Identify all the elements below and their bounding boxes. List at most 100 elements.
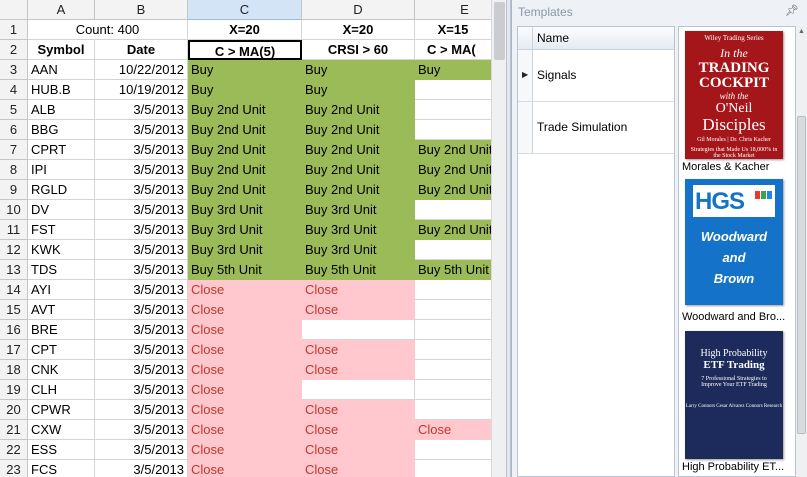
cell-signal-c[interactable]: Buy 2nd Unit xyxy=(188,120,302,140)
cell-signal-d[interactable]: Buy xyxy=(302,80,415,100)
cell-signal-c[interactable]: Close xyxy=(188,340,302,360)
cell-date[interactable]: 3/5/2013 xyxy=(95,340,188,360)
cell-symbol[interactable]: AAN xyxy=(28,60,95,80)
cell-signal-c[interactable]: Close xyxy=(188,440,302,460)
cell-signal-c[interactable]: Buy xyxy=(188,80,302,100)
cell-signal-c[interactable]: Close xyxy=(188,460,302,477)
cell-symbol[interactable]: KWK xyxy=(28,240,95,260)
cell-signal-d[interactable]: Close xyxy=(302,340,415,360)
column-header-d[interactable]: D xyxy=(302,0,415,20)
cell-b2[interactable]: Date xyxy=(95,40,188,60)
cell-d1[interactable]: X=20 xyxy=(302,20,415,40)
cell-signal-c[interactable]: Buy 3rd Unit xyxy=(188,240,302,260)
cell-d2[interactable]: CRSI > 60 xyxy=(302,40,415,60)
cell-symbol[interactable]: HUB.B xyxy=(28,80,95,100)
cell-signal-d[interactable]: Buy xyxy=(302,60,415,80)
column-header-a[interactable]: A xyxy=(28,0,95,20)
cell-signal-c[interactable]: Buy 5th Unit xyxy=(188,260,302,280)
cell-symbol[interactable]: CNK xyxy=(28,360,95,380)
cell-signal-d[interactable]: Buy 5th Unit xyxy=(302,260,415,280)
cell-signal-d[interactable]: Close xyxy=(302,460,415,477)
cell-date[interactable]: 10/22/2012 xyxy=(95,60,188,80)
cell-signal-d[interactable]: Buy 2nd Unit xyxy=(302,160,415,180)
cell-signal-d[interactable]: Buy 3rd Unit xyxy=(302,220,415,240)
sheet-vertical-scrollbar[interactable] xyxy=(491,0,506,477)
cell-signal-d[interactable]: Close xyxy=(302,420,415,440)
cell-date[interactable]: 3/5/2013 xyxy=(95,320,188,340)
book-gallery[interactable]: Wiley Trading Series In the TRADING COCK… xyxy=(678,26,796,477)
cell-date[interactable]: 3/5/2013 xyxy=(95,460,188,477)
grid-header[interactable]: Name xyxy=(518,27,674,50)
cell-count[interactable]: Count: 400 xyxy=(28,20,188,40)
row-header[interactable]: 22 xyxy=(0,440,28,460)
cell-symbol[interactable]: IPI xyxy=(28,160,95,180)
row-header[interactable]: 10 xyxy=(0,200,28,220)
cell-signal-d[interactable]: Close xyxy=(302,360,415,380)
cell-signal-d[interactable] xyxy=(302,320,415,340)
cell-signal-c[interactable]: Buy 2nd Unit xyxy=(188,100,302,120)
row-header[interactable]: 21 xyxy=(0,420,28,440)
cell-date[interactable]: 3/5/2013 xyxy=(95,240,188,260)
cell-signal-d[interactable]: Close xyxy=(302,280,415,300)
cell-signal-d[interactable]: Buy 3rd Unit xyxy=(302,200,415,220)
cell-a2[interactable]: Symbol xyxy=(28,40,95,60)
cell-date[interactable]: 3/5/2013 xyxy=(95,300,188,320)
row-header[interactable]: 19 xyxy=(0,380,28,400)
cell-signal-c[interactable]: Buy 2nd Unit xyxy=(188,160,302,180)
cell-signal-c[interactable]: Close xyxy=(188,300,302,320)
cell-date[interactable]: 3/5/2013 xyxy=(95,360,188,380)
cell-symbol[interactable]: FST xyxy=(28,220,95,240)
cell-signal-d[interactable]: Close xyxy=(302,300,415,320)
cell-symbol[interactable]: BBG xyxy=(28,120,95,140)
template-label[interactable]: Trade Simulation xyxy=(537,120,627,134)
row-header[interactable]: 2 xyxy=(0,40,28,60)
scroll-up-icon[interactable]: ▲ xyxy=(798,28,805,35)
row-header[interactable]: 14 xyxy=(0,280,28,300)
cell-date[interactable]: 3/5/2013 xyxy=(95,100,188,120)
cell-signal-d[interactable]: Buy 3rd Unit xyxy=(302,240,415,260)
cell-signal-c[interactable]: Buy xyxy=(188,60,302,80)
book-caption[interactable]: Morales & Kacher xyxy=(682,161,788,173)
gallery-scrollbar[interactable]: ▲ xyxy=(796,26,807,477)
cell-date[interactable]: 3/5/2013 xyxy=(95,380,188,400)
cell-symbol[interactable]: CPT xyxy=(28,340,95,360)
cell-date[interactable]: 3/5/2013 xyxy=(95,440,188,460)
name-column-header[interactable]: Name xyxy=(537,31,569,45)
cell-symbol[interactable]: ESS xyxy=(28,440,95,460)
cell-symbol[interactable]: CPWR xyxy=(28,400,95,420)
row-header[interactable]: 5 xyxy=(0,100,28,120)
cell-signal-c[interactable]: Close xyxy=(188,360,302,380)
cell-signal-c[interactable]: Buy 3rd Unit xyxy=(188,200,302,220)
cell-c2-selected[interactable]: C > MA(5) xyxy=(188,40,302,60)
cell-date[interactable]: 3/5/2013 xyxy=(95,200,188,220)
row-header[interactable]: 6 xyxy=(0,120,28,140)
cell-signal-d[interactable]: Close xyxy=(302,440,415,460)
pin-icon[interactable]: 📌︎ xyxy=(785,4,799,17)
cell-signal-c[interactable]: Close xyxy=(188,380,302,400)
book-cover-woodward-brown[interactable]: HGS Woodward and Brown xyxy=(685,179,783,305)
cell-c1[interactable]: X=20 xyxy=(188,20,302,40)
cell-date[interactable]: 3/5/2013 xyxy=(95,420,188,440)
template-label[interactable]: Signals xyxy=(537,68,576,82)
book-caption[interactable]: Woodward and Bro... xyxy=(682,311,788,323)
select-all-corner[interactable] xyxy=(0,0,28,20)
cell-symbol[interactable]: CLH xyxy=(28,380,95,400)
cell-date[interactable]: 3/5/2013 xyxy=(95,120,188,140)
cell-signal-c[interactable]: Buy 3rd Unit xyxy=(188,220,302,240)
book-cover-etf-trading[interactable]: High Probability ETF Trading 7 Professio… xyxy=(685,331,783,459)
cell-date[interactable]: 3/5/2013 xyxy=(95,280,188,300)
row-header[interactable]: 11 xyxy=(0,220,28,240)
row-header[interactable]: 15 xyxy=(0,300,28,320)
cell-symbol[interactable]: RGLD xyxy=(28,180,95,200)
cell-signal-d[interactable]: Close xyxy=(302,400,415,420)
cell-signal-c[interactable]: Buy 2nd Unit xyxy=(188,140,302,160)
row-header[interactable]: 18 xyxy=(0,360,28,380)
cell-symbol[interactable]: FCS xyxy=(28,460,95,477)
cell-symbol[interactable]: BRE xyxy=(28,320,95,340)
template-row-trade-simulation[interactable]: Trade Simulation xyxy=(518,102,674,154)
cell-signal-d[interactable]: Buy 2nd Unit xyxy=(302,100,415,120)
spreadsheet[interactable]: A B C D E 1 Count: 400 X=20 X=20 X=15 2 … xyxy=(0,0,506,477)
row-header[interactable]: 3 xyxy=(0,60,28,80)
row-header[interactable]: 12 xyxy=(0,240,28,260)
cell-symbol[interactable]: CXW xyxy=(28,420,95,440)
